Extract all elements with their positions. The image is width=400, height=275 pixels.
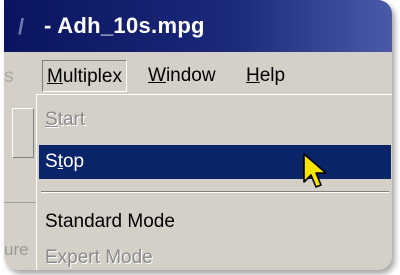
menu-window[interactable]: Window (144, 60, 220, 92)
menu-item-expert-mode[interactable]: Expert Mode (39, 241, 391, 270)
window-title: - Adh_10s.mpg (44, 13, 205, 38)
application-window: / - Adh_10s.mpg s Multiplex Window Help … (4, 0, 392, 270)
multiplex-dropdown-menu: Start Stop Standard Mode Expert Mode (36, 94, 392, 270)
menu-multiplex[interactable]: Multiplex (42, 60, 127, 92)
title-bar[interactable]: / - Adh_10s.mpg (4, 0, 392, 52)
menu-item-partial[interactable]: s (4, 66, 24, 88)
menu-item-standard-mode[interactable]: Standard Mode (39, 205, 391, 239)
menu-item-stop[interactable]: Stop (39, 145, 391, 179)
arrow-cursor-icon (303, 153, 327, 188)
window-icon: / (18, 14, 25, 39)
toolbar-button[interactable] (12, 108, 34, 158)
menu-help[interactable]: Help (242, 60, 289, 92)
menu-bar: s Multiplex Window Help (4, 60, 392, 92)
menu-separator (41, 191, 389, 193)
background-text: ure (4, 240, 29, 259)
menu-item-start[interactable]: Start (39, 103, 391, 137)
